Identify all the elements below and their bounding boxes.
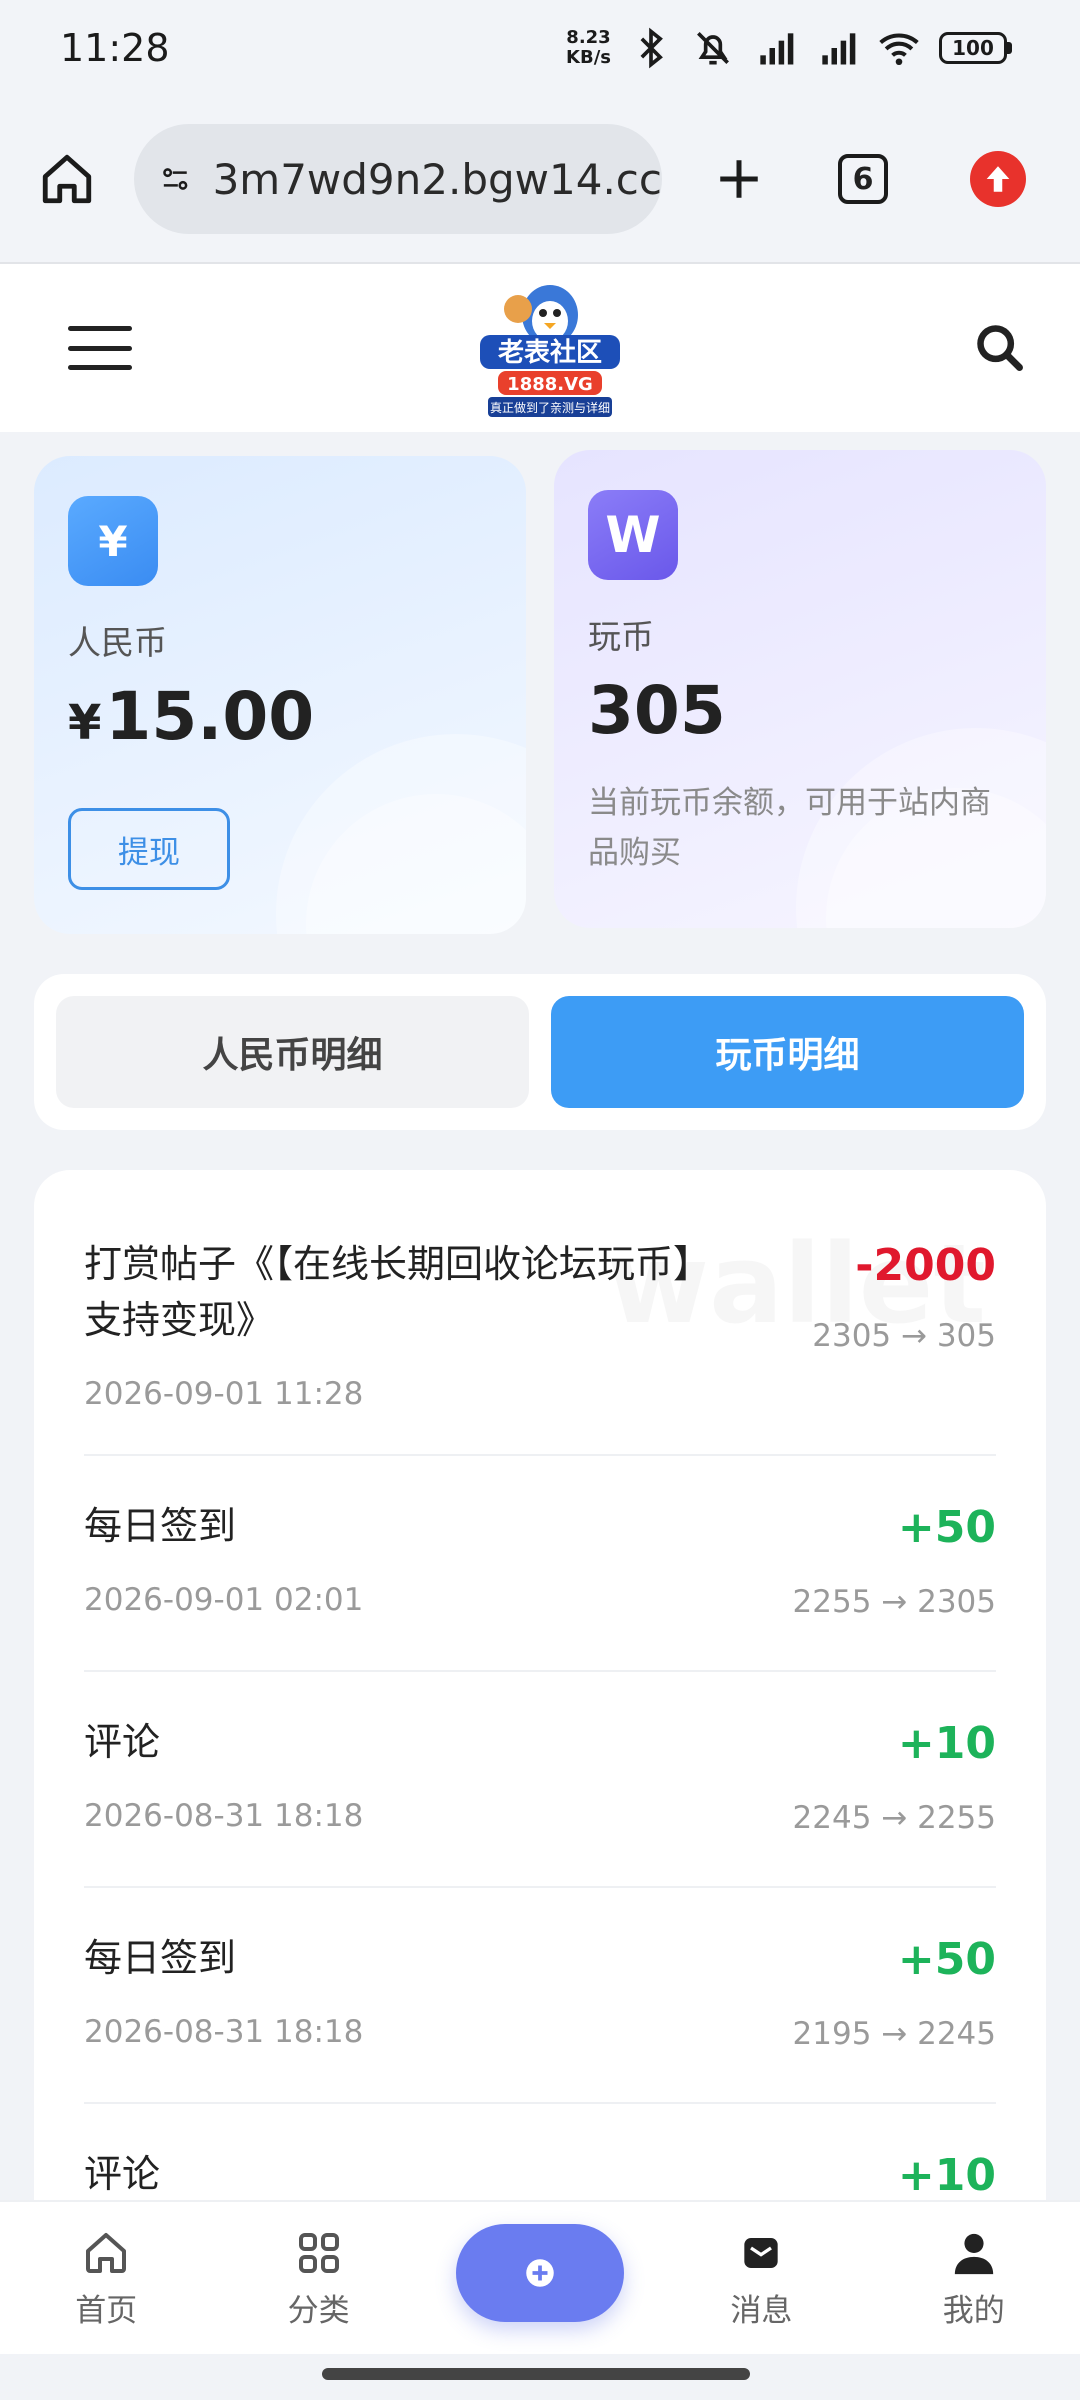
- status-icons: 8.23 KB/s 100: [566, 26, 1012, 70]
- tx-title: 打赏帖子《【在线长期回收论坛玩币】支持变现》: [84, 1242, 712, 1342]
- rmb-label: 人民币: [68, 623, 167, 662]
- address-bar[interactable]: 3m7wd9n2.bgw14.cc: [134, 124, 662, 234]
- tx-time: 2026-09-01 11:28: [84, 1376, 364, 1412]
- tx-amount: +10: [897, 2150, 996, 2201]
- withdraw-button[interactable]: 提现: [68, 808, 230, 890]
- logo-domain: 1888.VG: [507, 374, 593, 395]
- yen-icon: ¥: [68, 496, 158, 586]
- menu-button[interactable]: [68, 326, 132, 370]
- new-tab-button[interactable]: [702, 142, 776, 216]
- envelope-icon: [744, 2237, 779, 2268]
- tx-title: 每日签到: [84, 1504, 237, 1548]
- tx-amount: +50: [897, 1502, 996, 1553]
- plus-icon: [720, 160, 758, 198]
- tx-amount: +50: [897, 1934, 996, 1985]
- list-item[interactable]: 每日签到 2026-08-31 18:18 +50 2195 → 2245: [84, 1888, 996, 2104]
- signal-hd-2-icon: [822, 33, 856, 65]
- browser-toolbar: 3m7wd9n2.bgw14.cc 6: [0, 96, 1080, 264]
- nav-mine-label: 我的: [942, 2292, 1005, 2329]
- tx-balance-change: 2195 → 2245: [792, 2016, 996, 2052]
- coin-description: 当前玩币余额，可用于站内商品购买: [588, 785, 991, 871]
- tx-amount: -2000: [855, 1240, 996, 1291]
- nav-messages[interactable]: 消息: [686, 2227, 836, 2330]
- tx-title: 评论: [84, 1720, 161, 1764]
- status-time: 11:28: [60, 26, 170, 70]
- coin-label: 玩币: [588, 617, 654, 656]
- status-bar: 11:28 8.23 KB/s 100: [0, 0, 1080, 96]
- network-speed: 8.23 KB/s: [566, 27, 611, 68]
- list-item[interactable]: 每日签到 2026-09-01 02:01 +50 2255 → 2305: [84, 1456, 996, 1672]
- detail-tabs: 人民币明细 玩币明细: [34, 974, 1046, 1130]
- tx-balance-change: 2305 → 305: [812, 1318, 996, 1354]
- coin-balance-card: W 玩币 305 当前玩币余额，可用于站内商品购买: [554, 450, 1046, 928]
- nav-category-label: 分类: [287, 2292, 350, 2329]
- nav-category[interactable]: 分类: [244, 2227, 394, 2330]
- battery-icon: 100: [939, 32, 1012, 64]
- bottom-nav: 首页 分类 消息 我的: [0, 2200, 1080, 2354]
- browser-update-button[interactable]: [970, 151, 1026, 207]
- plus-circle-icon: [526, 2259, 554, 2287]
- home-icon: [86, 2232, 127, 2273]
- site-settings-icon[interactable]: [160, 156, 191, 202]
- tx-time: 2026-08-31 18:18: [84, 1798, 364, 1834]
- bluetooth-icon: [640, 27, 663, 69]
- tx-title: 评论: [84, 2152, 161, 2196]
- search-button[interactable]: [968, 316, 1032, 380]
- rmb-amount: ¥15.00: [68, 678, 315, 755]
- coin-w-icon: W: [588, 490, 678, 580]
- signal-hd-icon: [760, 33, 794, 65]
- tab-coin-detail[interactable]: 玩币明细: [551, 996, 1024, 1108]
- home-indicator[interactable]: [322, 2368, 750, 2380]
- site-header: 老表社区 1888.VG 真正做到了亲测与详细: [0, 264, 1080, 432]
- site-logo[interactable]: 老表社区 1888.VG 真正做到了亲测与详细: [470, 273, 630, 423]
- nav-home[interactable]: 首页: [31, 2227, 181, 2330]
- url-text[interactable]: 3m7wd9n2.bgw14.cc: [213, 155, 662, 204]
- tab-switcher-button[interactable]: 6: [838, 154, 888, 204]
- tx-balance-change: 2255 → 2305: [792, 1584, 996, 1620]
- user-icon: [954, 2233, 993, 2274]
- nav-messages-label: 消息: [730, 2292, 793, 2329]
- logo-text: 老表社区: [498, 337, 602, 368]
- tx-title: 每日签到: [84, 1936, 237, 1980]
- tx-time: 2026-08-31 18:18: [84, 2014, 364, 2050]
- tx-balance-change: 2245 → 2255: [792, 1800, 996, 1836]
- search-icon: [977, 325, 1023, 371]
- grid-icon: [298, 2232, 339, 2273]
- logo-slogan: 真正做到了亲测与详细: [490, 400, 610, 415]
- tx-time: 2026-09-01 02:01: [84, 1582, 364, 1618]
- coin-amount: 305: [588, 672, 726, 749]
- list-item[interactable]: 评论 2026-08-31 18:18 +10 2245 → 2255: [84, 1672, 996, 1888]
- rmb-balance-card: ¥ 人民币 ¥15.00 提现: [34, 456, 526, 934]
- list-item[interactable]: 打赏帖子《【在线长期回收论坛玩币】支持变现》 2026-09-01 11:28 …: [84, 1170, 996, 1456]
- arrow-up-icon: [986, 166, 1010, 192]
- nav-mine[interactable]: 我的: [899, 2227, 1049, 2330]
- mute-bell-icon: [697, 32, 729, 65]
- nav-home-label: 首页: [75, 2292, 138, 2329]
- tab-rmb-detail[interactable]: 人民币明细: [56, 996, 529, 1108]
- wifi-icon: [879, 33, 919, 66]
- post-button[interactable]: [455, 2224, 624, 2322]
- home-icon: [42, 154, 92, 204]
- tx-amount: +10: [897, 1718, 996, 1769]
- browser-home-button[interactable]: [30, 142, 104, 216]
- transaction-list: wallet 打赏帖子《【在线长期回收论坛玩币】支持变现》 2026-09-01…: [34, 1170, 1046, 2230]
